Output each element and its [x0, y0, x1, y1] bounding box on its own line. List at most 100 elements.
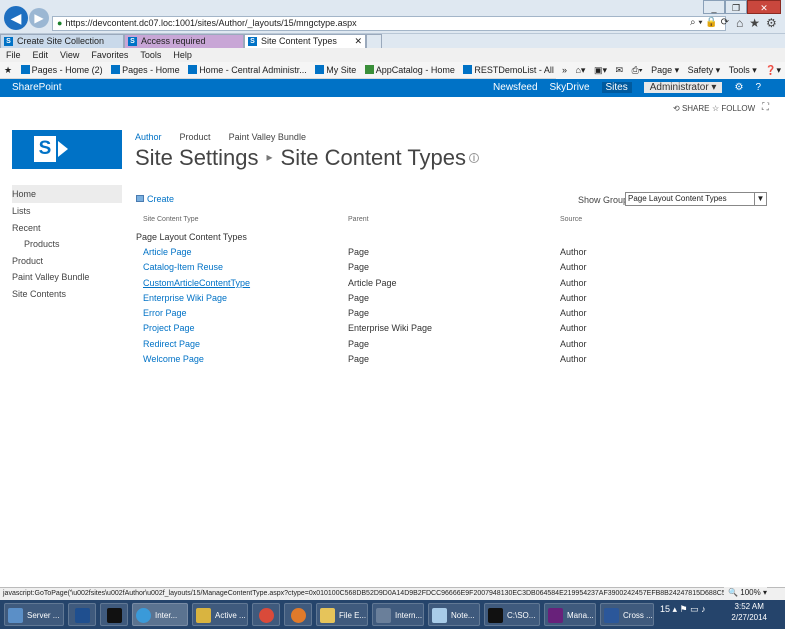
quicklaunch-recent[interactable]: Recent	[12, 223, 41, 233]
firefox-icon	[291, 608, 306, 623]
close-tab-icon[interactable]: ✕	[354, 35, 362, 48]
content-type-parent: Page	[348, 293, 370, 303]
menu-favorites[interactable]: Favorites	[91, 50, 128, 60]
quicklaunch-lists[interactable]: Lists	[12, 206, 31, 216]
sharepoint-icon: S	[4, 37, 13, 46]
menu-view[interactable]: View	[60, 50, 79, 60]
follow-button[interactable]: ☆ FOLLOW	[712, 104, 755, 113]
quicklaunch-paint-valley[interactable]: Paint Valley Bundle	[12, 272, 89, 282]
content-type-link[interactable]: Article Page	[143, 247, 192, 257]
minimize-button[interactable]: _	[703, 0, 725, 14]
back-button[interactable]: ◀	[4, 6, 28, 30]
content-type-link[interactable]: Catalog-Item Reuse	[143, 262, 223, 272]
taskbar-powershell[interactable]	[68, 603, 96, 626]
taskbar-firefox[interactable]	[284, 603, 312, 626]
sharepoint-logo-icon: S	[34, 136, 56, 162]
content-type-parent: Enterprise Wiki Page	[348, 323, 433, 333]
content-type-parent: Page	[348, 247, 370, 257]
taskbar-word[interactable]: Cross ...	[600, 603, 654, 626]
content-type-parent: Page	[348, 308, 370, 318]
close-button[interactable]: ✕	[747, 0, 781, 14]
topnav-product[interactable]: Product	[180, 132, 211, 142]
taskbar-active-directory[interactable]: Active ...	[192, 603, 248, 626]
home-icon[interactable]: ⌂▾	[576, 65, 586, 75]
info-icon[interactable]: i	[469, 153, 480, 164]
address-bar[interactable]: ● https://devcontent.dc07.loc:1001/sites/…	[52, 16, 726, 31]
share-button[interactable]: ⟲ SHARE	[673, 104, 710, 113]
topnav-author[interactable]: Author	[135, 132, 162, 142]
content-type-link[interactable]: Error Page	[143, 308, 187, 318]
taskbar-7zip-window[interactable]: C:\SO...	[484, 603, 540, 626]
help-icon[interactable]: ?	[755, 82, 761, 93]
tab-access-required[interactable]: S Access required	[124, 34, 244, 48]
quicklaunch-site-contents[interactable]: Site Contents	[12, 289, 66, 299]
content-type-link[interactable]: CustomArticleContentType	[143, 278, 250, 288]
tools-menu[interactable]: Tools ▾	[729, 65, 757, 75]
address-tools[interactable]: ⌕ ▾ 🔒 ⟳	[690, 17, 729, 28]
sharepoint-icon	[463, 65, 473, 74]
taskbar-internet-info[interactable]: Intern...	[372, 603, 424, 626]
page-menu[interactable]: Page ▾	[651, 65, 679, 75]
zoom-control[interactable]: 🔍 100% ▾	[724, 587, 767, 600]
sharepoint-icon	[20, 65, 30, 74]
help-menu[interactable]: ❓▾	[765, 65, 781, 75]
taskbar-chrome[interactable]	[252, 603, 280, 626]
menu-edit[interactable]: Edit	[33, 50, 49, 60]
create-link[interactable]: Create	[136, 194, 174, 204]
suite-bar: SharePoint Newsfeed SkyDrive Sites Administ…	[0, 79, 785, 97]
content-type-link[interactable]: Redirect Page	[143, 339, 200, 349]
new-tab-button[interactable]	[366, 34, 382, 48]
favorite-link[interactable]: AppCatalog - Home	[364, 62, 455, 78]
suite-link-newsfeed[interactable]: Newsfeed	[493, 82, 537, 93]
column-header-source: Source	[560, 216, 583, 223]
content-type-link[interactable]: Project Page	[143, 323, 195, 333]
menu-help[interactable]: Help	[173, 50, 192, 60]
tab-create-site-collection[interactable]: S Create Site Collection	[0, 34, 124, 48]
menu-file[interactable]: File	[6, 50, 21, 60]
content-type-link[interactable]: Enterprise Wiki Page	[143, 293, 227, 303]
system-tray[interactable]: 15 ▴ ⚑ ▭ ♪	[660, 604, 706, 615]
settings-gear-icon[interactable]: ⚙	[734, 82, 743, 93]
show-group-select[interactable]: Page Layout Content Types ▼	[625, 192, 767, 206]
tab-site-content-types[interactable]: S Site Content Types ✕	[244, 34, 366, 48]
print-icon[interactable]: ⎙▾	[632, 65, 643, 75]
site-logo[interactable]: S	[12, 130, 122, 169]
quicklaunch-home[interactable]: Home	[12, 185, 122, 203]
suite-link-sites[interactable]: Sites	[601, 82, 632, 93]
favorites-star-icon[interactable]: ★	[4, 62, 12, 78]
feeds-icon[interactable]: »	[562, 65, 567, 75]
taskbar-file-explorer[interactable]: File E...	[316, 603, 368, 626]
rss-icon[interactable]: ▣▾	[594, 65, 607, 75]
suite-link-skydrive[interactable]: SkyDrive	[550, 82, 590, 93]
content-type-source: Author	[560, 293, 587, 303]
status-bar: javascript:GoToPage('\u002fsites\u002fAu…	[0, 587, 785, 600]
quicklaunch-products[interactable]: Products	[24, 239, 60, 249]
chevron-down-icon: ▼	[754, 193, 766, 205]
taskbar-notepad[interactable]: Note...	[428, 603, 480, 626]
taskbar-internet-explorer[interactable]: Inter...	[132, 603, 188, 626]
ie-toolbar-icons[interactable]: ⌂★⚙	[736, 16, 783, 30]
focus-on-content-icon[interactable]: ⛶	[762, 102, 769, 113]
user-menu[interactable]: Administrator ▾	[643, 82, 723, 93]
favorite-link[interactable]: Pages - Home (2)	[20, 62, 103, 78]
favorite-link[interactable]: My Site	[315, 62, 356, 78]
forward-button[interactable]: ▶	[29, 8, 49, 28]
taskbar-visual-studio[interactable]: Mana...	[544, 603, 596, 626]
menu-tools[interactable]: Tools	[140, 50, 161, 60]
word-icon	[604, 608, 619, 623]
browser-titlebar: ◀ ▶ ● https://devcontent.dc07.loc:1001/si…	[0, 0, 785, 34]
content-type-link[interactable]: Welcome Page	[143, 354, 204, 364]
column-header-name: Site Content Type	[143, 216, 199, 223]
sharepoint-brand[interactable]: SharePoint	[12, 79, 61, 97]
breadcrumb-site-settings[interactable]: Site Settings	[135, 145, 259, 170]
favorite-link[interactable]: Pages - Home	[111, 62, 180, 78]
safety-menu[interactable]: Safety ▾	[688, 65, 721, 75]
maximize-button[interactable]: ❐	[725, 0, 747, 14]
taskbar-server-manager[interactable]: Server ...	[4, 603, 64, 626]
mail-icon[interactable]: ✉	[616, 65, 624, 75]
taskbar-7zip[interactable]	[100, 603, 128, 626]
favorite-link[interactable]: Home - Central Administr...	[188, 62, 307, 78]
taskbar-clock[interactable]: 3:52 AM 2/27/2014	[731, 601, 767, 623]
topnav-paint-valley[interactable]: Paint Valley Bundle	[229, 132, 306, 142]
quicklaunch-product[interactable]: Product	[12, 256, 43, 266]
